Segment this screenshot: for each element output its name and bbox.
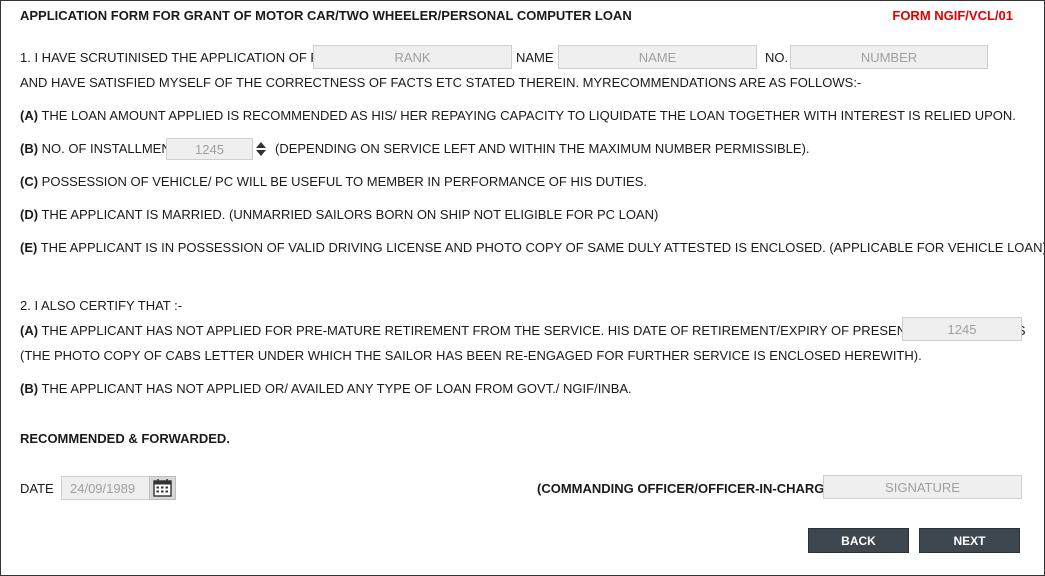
section2-item-a-note: (THE PHOTO COPY OF CABS LETTER UNDER WHI… — [20, 348, 922, 363]
form-title: APPLICATION FORM FOR GRANT OF MOTOR CAR/… — [20, 8, 632, 23]
item-c: (C) POSSESSION OF VEHICLE/ PC WILL BE US… — [20, 174, 647, 189]
item-a-marker: (A) — [20, 108, 39, 123]
section2-item-b-text: THE APPLICANT HAS NOT APPLIED OR/ AVAILE… — [41, 381, 632, 396]
item-c-text: POSSESSION OF VEHICLE/ PC WILL BE USEFUL… — [41, 174, 648, 189]
recommended-label: RECOMMENDED & FORWARDED. — [20, 431, 230, 446]
item-e: (E) THE APPLICANT IS IN POSSESSION OF VA… — [20, 240, 1045, 255]
section2-item-a-marker: (A) — [20, 323, 39, 338]
back-button[interactable]: BACK — [808, 528, 909, 553]
item-d-text: THE APPLICANT IS MARRIED. (UNMARRIED SAI… — [41, 207, 659, 222]
installment-input[interactable] — [166, 138, 253, 160]
chevron-up-icon[interactable] — [256, 142, 266, 148]
section2-item-b: (B) THE APPLICANT HAS NOT APPLIED OR/ AV… — [20, 381, 632, 396]
item-b-suffix: (DEPENDING ON SERVICE LEFT AND WITHIN TH… — [275, 141, 810, 156]
name-label: NAME — [516, 50, 554, 65]
item-e-text: THE APPLICANT IS IN POSSESSION OF VALID … — [40, 240, 1045, 255]
item-e-marker: (E) — [20, 240, 38, 255]
item-a-text: THE LOAN AMOUNT APPLIED IS RECOMMENDED A… — [41, 108, 1016, 123]
section2-heading: 2. I ALSO CERTIFY THAT :- — [20, 298, 183, 313]
section2-item-a: (A) THE APPLICANT HAS NOT APPLIED FOR PR… — [20, 323, 1026, 338]
next-button[interactable]: NEXT — [919, 528, 1020, 553]
number-label: NO. — [765, 50, 789, 65]
item-a: (A) THE LOAN AMOUNT APPLIED IS RECOMMEND… — [20, 108, 1016, 123]
section2-item-b-marker: (B) — [20, 381, 39, 396]
intro-prefix: 1. I HAVE SCRUTINISED THE APPLICATION OF… — [20, 50, 347, 65]
chevron-down-icon[interactable] — [256, 150, 266, 156]
installment-spinner[interactable] — [253, 138, 269, 160]
date-input[interactable] — [61, 476, 150, 500]
item-c-marker: (C) — [20, 174, 39, 189]
retirement-date-input[interactable] — [902, 317, 1022, 341]
calendar-icon — [153, 479, 172, 497]
calendar-button[interactable] — [149, 476, 176, 500]
date-label: DATE — [20, 481, 54, 496]
form-window: APPLICATION FORM FOR GRANT OF MOTOR CAR/… — [0, 0, 1045, 576]
intro-continuation: AND HAVE SATISFIED MYSELF OF THE CORRECT… — [20, 75, 862, 90]
name-input[interactable] — [558, 45, 757, 69]
form-code: FORM NGIF/VCL/01 — [892, 8, 1013, 23]
number-input[interactable] — [790, 45, 988, 69]
item-d: (D) THE APPLICANT IS MARRIED. (UNMARRIED… — [20, 207, 658, 222]
item-b: (B) NO. OF INSTALLMENT — [20, 141, 179, 156]
item-d-marker: (D) — [20, 207, 39, 222]
signature-input[interactable] — [823, 475, 1022, 499]
item-b-text: NO. OF INSTALLMENT — [41, 141, 179, 156]
section2-item-a-text: THE APPLICANT HAS NOT APPLIED FOR PRE-MA… — [41, 323, 1026, 338]
officer-label: (COMMANDING OFFICER/OFFICER-IN-CHARGE) — [537, 481, 838, 496]
rank-input[interactable] — [313, 45, 512, 69]
item-b-marker: (B) — [20, 141, 39, 156]
